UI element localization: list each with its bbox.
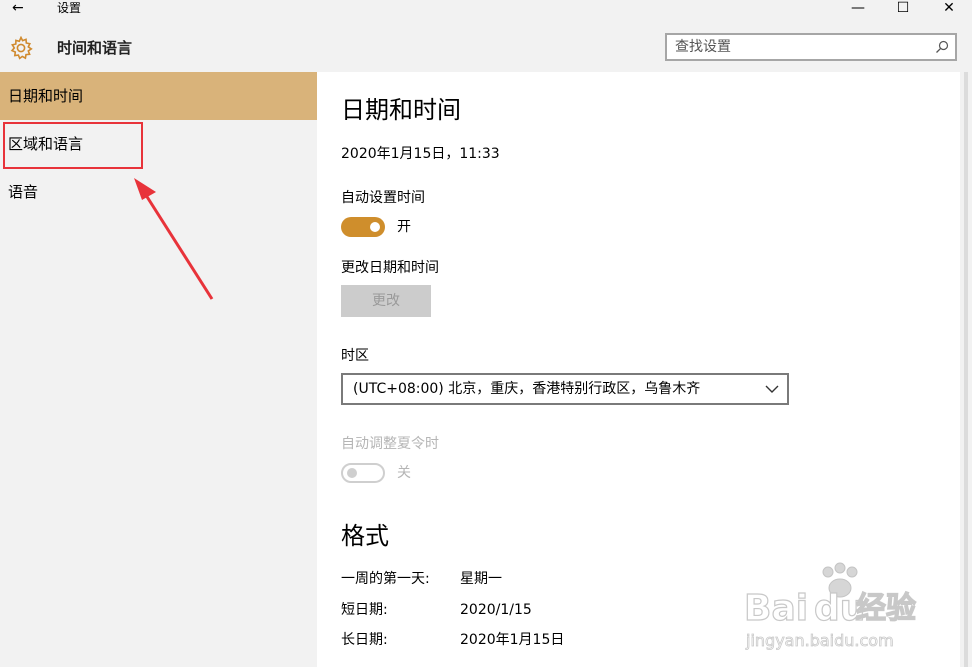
toggle-knob: [347, 468, 357, 478]
format-value: 星期一: [460, 571, 502, 587]
back-arrow-icon[interactable]: ←: [12, 0, 24, 17]
sidebar-item-date-time[interactable]: 日期和时间: [0, 72, 317, 120]
toggle-knob: [370, 222, 380, 232]
scrollbar[interactable]: [960, 72, 972, 667]
format-label: 长日期:: [341, 632, 388, 648]
format-title: 格式: [341, 522, 389, 550]
title-bar: ← 设置 — ☐ ✕: [0, 0, 972, 18]
dst-state: 关: [397, 465, 411, 481]
svg-text:jingyan.baidu.com: jingyan.baidu.com: [745, 631, 894, 650]
highlight-box: [3, 122, 143, 169]
format-label: 一周的第一天:: [341, 571, 430, 587]
dst-label: 自动调整夏令时: [341, 436, 439, 452]
window-title: 设置: [57, 1, 82, 15]
format-value: 2020/1/15: [460, 602, 532, 618]
gear-icon: [10, 36, 33, 60]
maximize-button[interactable]: ☐: [883, 0, 923, 17]
dst-toggle: [341, 463, 385, 483]
timezone-value: (UTC+08:00) 北京，重庆，香港特别行政区，乌鲁木齐: [353, 381, 701, 397]
minimize-button[interactable]: —: [838, 0, 878, 17]
annotation-arrow-icon: [134, 178, 214, 300]
format-label: 短日期:: [341, 602, 388, 618]
change-button[interactable]: 更改: [341, 285, 431, 317]
current-datetime: 2020年1月15日，11:33: [341, 146, 500, 162]
baidu-watermark-logo: Bai du 经验 jingyan.baidu.com: [744, 562, 917, 650]
svg-text:Bai: Bai: [744, 588, 808, 629]
format-value: 2020年1月15日: [460, 632, 565, 648]
close-button[interactable]: ✕: [929, 0, 969, 17]
timezone-select[interactable]: (UTC+08:00) 北京，重庆，香港特别行政区，乌鲁木齐: [341, 373, 789, 405]
chevron-down-icon: [765, 385, 779, 393]
change-datetime-label: 更改日期和时间: [341, 260, 439, 276]
timezone-label: 时区: [341, 348, 369, 364]
scrollbar-thumb[interactable]: [964, 72, 968, 667]
auto-time-state: 开: [397, 219, 411, 235]
search-box[interactable]: [665, 33, 957, 61]
auto-time-label: 自动设置时间: [341, 190, 425, 206]
auto-time-toggle[interactable]: [341, 217, 385, 237]
section-title: 日期和时间: [341, 96, 461, 124]
search-input[interactable]: [675, 38, 925, 56]
search-icon[interactable]: [935, 40, 949, 54]
svg-text:经验: 经验: [856, 591, 916, 626]
page-header-title: 时间和语言: [57, 39, 133, 57]
